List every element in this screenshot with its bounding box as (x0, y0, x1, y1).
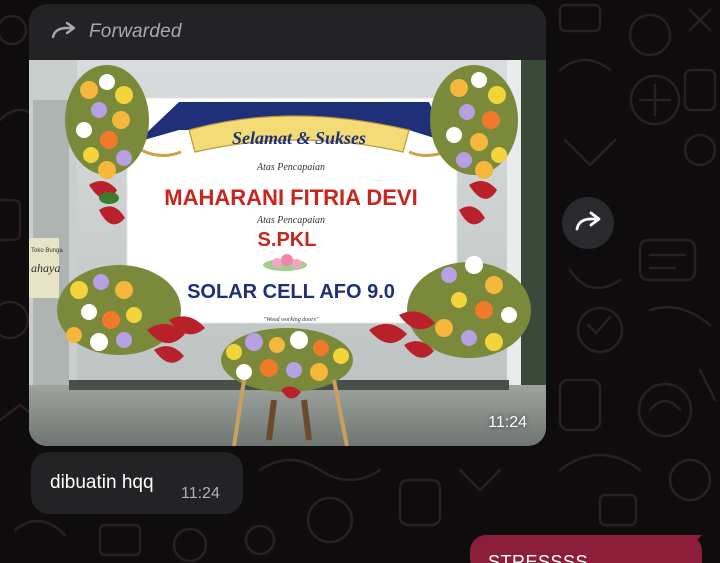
shop-sign-line-2: ahaya (31, 261, 60, 275)
outgoing-bubble-tail (686, 535, 702, 551)
forwarded-header: Forwarded (29, 4, 546, 60)
forwarded-label: Forwarded (89, 21, 182, 42)
incoming-text-message[interactable]: dibuatin hqq 11:24 (31, 452, 243, 514)
recipient-title: S.PKL (258, 229, 317, 251)
atas-pencapaian-1: Atas Pencapaian (256, 162, 325, 173)
outgoing-message-text: STRESSSS (488, 552, 589, 563)
message-timestamp: 11:24 (181, 485, 220, 502)
tagline: "Wood working doors" (264, 317, 319, 323)
atas-pencapaian-2: Atas Pencapaian (256, 215, 325, 226)
message-text: dibuatin hqq (50, 472, 154, 493)
forwarded-photo-message[interactable]: Forwarded Toko Bunga ahaya Selamat & Suk… (29, 4, 546, 446)
shop-sign-line-1: Toko Bunga (31, 248, 63, 254)
outgoing-text-message[interactable]: STRESSSS (470, 535, 702, 563)
organization-name: SOLAR CELL AFO 9.0 (187, 281, 395, 303)
congratulation-flower-board-photo[interactable]: Toko Bunga ahaya Selamat & Sukses Atas P… (29, 60, 546, 446)
forward-arrow-icon (51, 21, 77, 44)
share-forward-icon (574, 210, 602, 237)
banner-heading: Selamat & Sukses (232, 128, 366, 148)
photo-timestamp: 11:24 (488, 414, 527, 431)
share-forward-button[interactable] (562, 197, 614, 249)
recipient-name: MAHARANI FITRIA DEVI (164, 185, 417, 210)
